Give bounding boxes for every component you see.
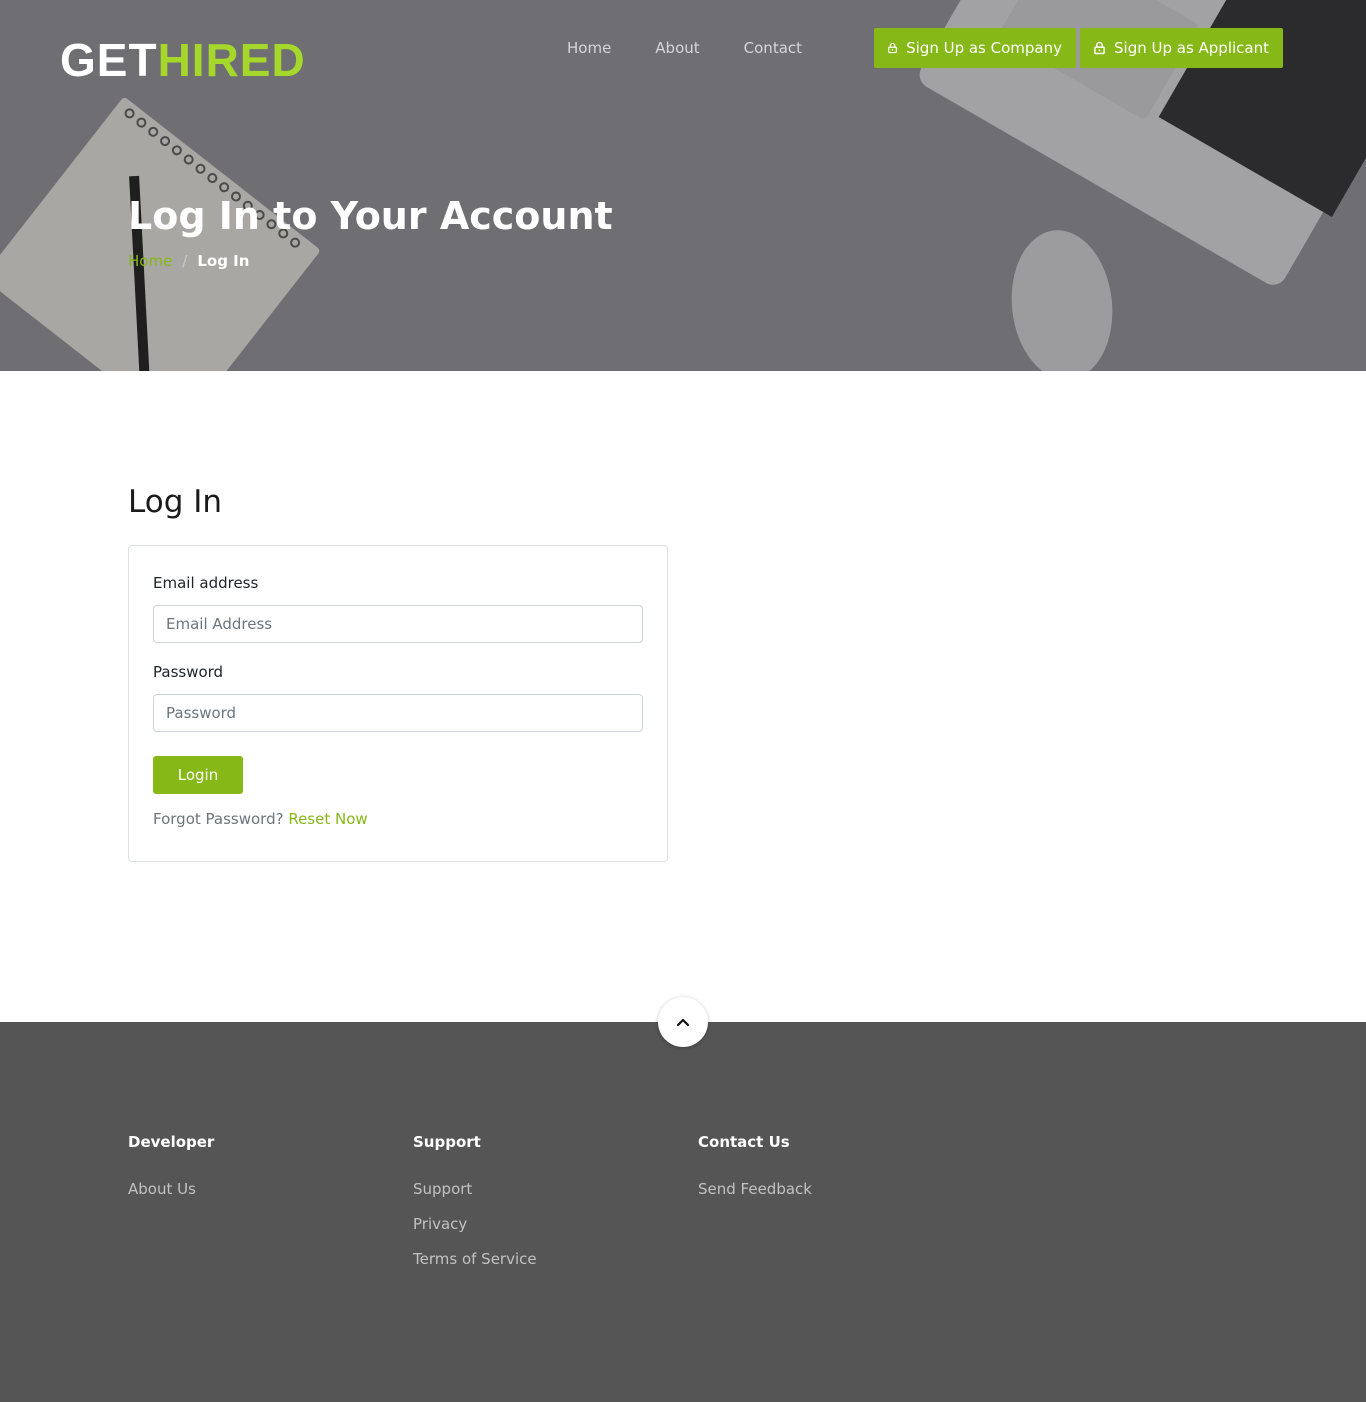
footer-column-developer: Developer About Us	[128, 1132, 214, 1214]
footer-developer-title: Developer	[128, 1133, 215, 1151]
email-field[interactable]	[153, 605, 643, 643]
footer-column-support: Support Support Privacy Terms of Service	[413, 1132, 537, 1284]
signup-company-label: Sign Up as Company	[906, 39, 1062, 57]
lock-icon	[888, 42, 897, 54]
breadcrumb-separator: /	[182, 252, 188, 270]
footer-support-link[interactable]: Support	[413, 1179, 537, 1199]
reset-now-link[interactable]: Reset Now	[288, 810, 367, 828]
footer-contact-title: Contact Us	[698, 1133, 790, 1151]
login-form: Email address Password Login Forgot Pass…	[128, 545, 668, 862]
chevron-up-icon	[676, 1018, 690, 1027]
footer-privacy-link[interactable]: Privacy	[413, 1214, 537, 1234]
scroll-to-top-button[interactable]	[658, 997, 708, 1047]
signup-company-button[interactable]: Sign Up as Company	[874, 28, 1076, 68]
page-title: Log In to Your Account	[128, 194, 613, 238]
footer-send-feedback-link[interactable]: Send Feedback	[698, 1179, 812, 1199]
hero-banner: GETHIRED Home About Contact Sign Up as C…	[0, 0, 1366, 371]
breadcrumb-home-link[interactable]: Home	[128, 252, 172, 270]
login-heading: Log In	[128, 484, 223, 520]
footer-column-contact: Contact Us Send Feedback	[698, 1132, 812, 1214]
lock-icon	[1094, 41, 1105, 55]
password-field[interactable]	[153, 694, 643, 732]
forgot-password-text: Forgot Password?	[153, 810, 284, 828]
nav-home-link[interactable]: Home	[545, 38, 633, 58]
footer-support-title: Support	[413, 1133, 481, 1151]
nav-contact-link[interactable]: Contact	[722, 38, 824, 58]
breadcrumb: Home / Log In	[128, 251, 249, 271]
password-label: Password	[153, 663, 224, 681]
brand-logo-part1: GET	[60, 34, 158, 86]
breadcrumb-current: Log In	[197, 252, 250, 270]
brand-logo-part2: HIRED	[157, 34, 306, 86]
forgot-password: Forgot Password? Reset Now	[153, 809, 368, 829]
login-button[interactable]: Login	[153, 756, 243, 794]
nav-about-link[interactable]: About	[633, 38, 721, 58]
main-nav: Home About Contact	[545, 38, 824, 58]
footer-about-us-link[interactable]: About Us	[128, 1179, 214, 1199]
email-label: Email address	[153, 574, 259, 592]
signup-applicant-button[interactable]: Sign Up as Applicant	[1080, 28, 1283, 68]
footer-terms-link[interactable]: Terms of Service	[413, 1249, 537, 1269]
brand-logo[interactable]: GETHIRED	[60, 34, 306, 86]
signup-applicant-label: Sign Up as Applicant	[1114, 39, 1269, 57]
